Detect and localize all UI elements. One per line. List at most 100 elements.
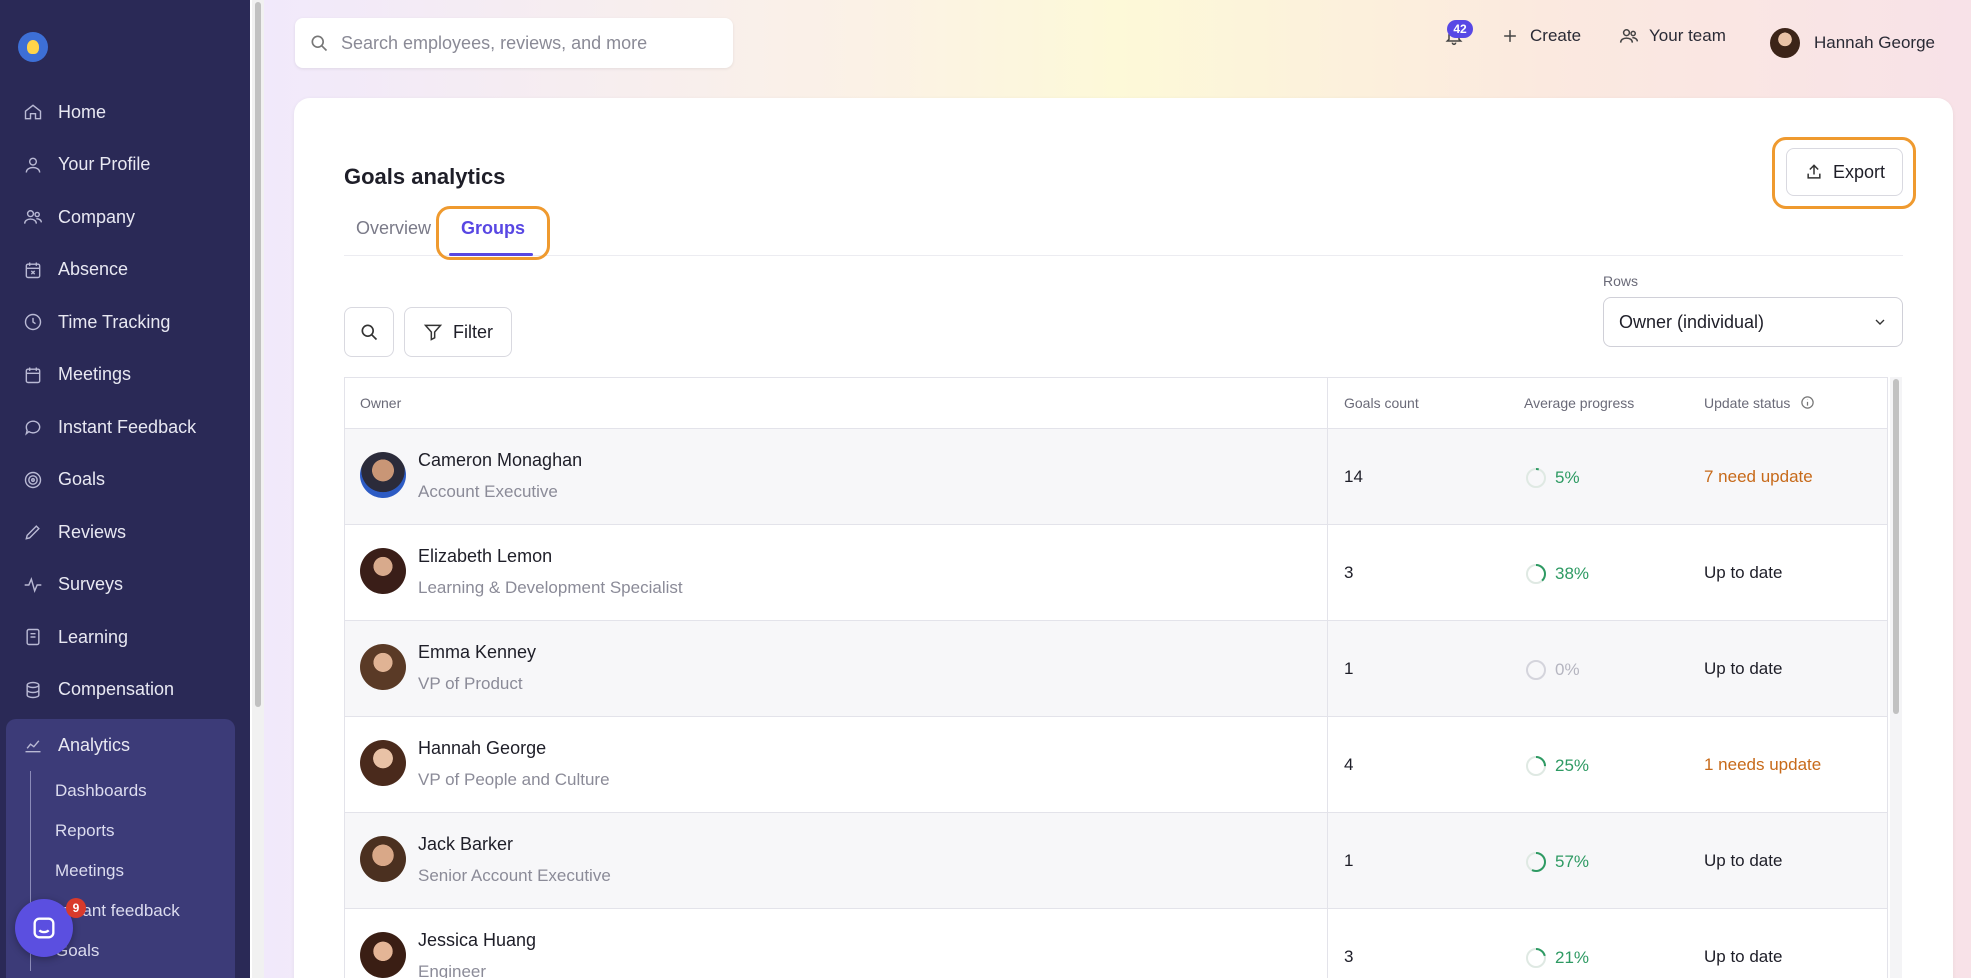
column-header-owner[interactable]: Owner xyxy=(360,395,401,411)
column-header-average-progress[interactable]: Average progress xyxy=(1524,395,1634,411)
sidebar-item-reviews[interactable]: Reviews xyxy=(0,506,250,559)
sidebar-item-company[interactable]: Company xyxy=(0,191,250,244)
table-row[interactable]: Jessica Huang Engineer 3 21% Up to date xyxy=(345,909,1887,978)
sidebar-item-label: Time Tracking xyxy=(58,311,171,332)
sidebar-item-label: Home xyxy=(58,101,107,122)
avatar xyxy=(1770,28,1800,58)
sidebar-item-time-tracking[interactable]: Time Tracking xyxy=(0,296,250,349)
table-row[interactable]: Hannah George VP of People and Culture 4… xyxy=(345,717,1887,813)
owner-name: Hannah George xyxy=(418,738,547,758)
sidebar-item-home[interactable]: Home xyxy=(0,86,250,139)
submenu-item-dashboards[interactable]: Dashboards xyxy=(31,771,180,811)
sidebar-item-label: Surveys xyxy=(58,574,124,595)
column-divider xyxy=(1327,378,1328,978)
average-progress: 38% xyxy=(1524,562,1589,586)
table-row[interactable]: Elizabeth Lemon Learning & Development S… xyxy=(345,525,1887,621)
owner-name: Cameron Monaghan xyxy=(418,450,583,470)
goals-count: 4 xyxy=(1344,755,1354,774)
sidebar-item-label: Goals xyxy=(58,469,106,490)
sidebar-item-learning[interactable]: Learning xyxy=(0,611,250,664)
user-menu[interactable]: Hannah George xyxy=(1770,28,1935,58)
sidebar-item-label: Absence xyxy=(58,259,129,280)
table-scrollbar[interactable] xyxy=(1890,377,1902,978)
update-status: Up to date xyxy=(1704,659,1783,678)
upload-icon xyxy=(1807,164,1821,179)
tab-overview[interactable]: Overview xyxy=(356,218,431,239)
scrollbar-thumb[interactable] xyxy=(1893,379,1899,714)
rows-select[interactable]: Owner (individual) xyxy=(1603,297,1903,347)
sidebar: Home Your Profile Company Absence Time T… xyxy=(0,0,250,978)
owner-title: Learning & Development Specialist xyxy=(418,578,683,597)
avatar xyxy=(360,452,406,498)
sidebar-item-analytics[interactable]: Analytics xyxy=(6,719,235,772)
goals-count: 14 xyxy=(1344,467,1363,486)
lightbulb-icon xyxy=(27,40,39,54)
sidebar-item-meetings[interactable]: Meetings xyxy=(0,349,250,402)
pulse-icon xyxy=(22,574,44,596)
app-logo[interactable] xyxy=(18,32,48,62)
owner-title: Account Executive xyxy=(418,482,558,501)
table-row[interactable]: Jack Barker Senior Account Executive 1 5… xyxy=(345,813,1887,909)
export-button[interactable]: Export xyxy=(1786,148,1903,196)
sidebar-item-label: Instant Feedback xyxy=(58,416,197,437)
owner-name: Emma Kenney xyxy=(418,642,537,662)
progress-value: 21% xyxy=(1555,948,1590,967)
global-search[interactable] xyxy=(295,18,733,68)
progress-value: 57% xyxy=(1555,852,1590,871)
support-chat-button[interactable] xyxy=(15,899,73,957)
search-input[interactable] xyxy=(341,32,721,54)
progress-ring-icon xyxy=(1526,660,1546,680)
sidebar-scrollbar[interactable] xyxy=(252,0,264,978)
average-progress: 21% xyxy=(1524,946,1589,970)
column-header-update-status[interactable]: Update status xyxy=(1704,395,1815,411)
sidebar-item-label: Compensation xyxy=(58,679,175,700)
progress-value: 5% xyxy=(1555,468,1580,487)
sidebar-item-label: Your Profile xyxy=(58,154,151,175)
search-icon xyxy=(311,35,328,52)
home-icon xyxy=(22,101,44,123)
export-label: Export xyxy=(1832,161,1886,182)
your-team-button[interactable]: Your team xyxy=(1619,26,1726,46)
table-row[interactable]: Cameron Monaghan Account Executive 14 5%… xyxy=(345,429,1887,525)
filter-icon xyxy=(423,324,443,341)
owner-name: Elizabeth Lemon xyxy=(418,546,553,566)
page-title: Goals analytics xyxy=(344,164,506,189)
sidebar-item-compensation[interactable]: Compensation xyxy=(0,664,250,717)
update-status: 7 need update xyxy=(1704,467,1813,486)
table-row[interactable]: Emma Kenney VP of Product 1 0% Up to dat… xyxy=(345,621,1887,717)
update-status: 1 needs update xyxy=(1704,755,1822,774)
book-icon xyxy=(22,626,44,648)
info-icon[interactable] xyxy=(1800,395,1815,410)
column-header-goals-count[interactable]: Goals count xyxy=(1344,395,1419,411)
search-icon xyxy=(361,324,378,341)
scrollbar-thumb[interactable] xyxy=(255,2,261,707)
avatar xyxy=(360,740,406,786)
average-progress: 25% xyxy=(1524,754,1589,778)
submenu-item-reports[interactable]: Reports xyxy=(31,811,180,851)
filter-button[interactable]: Filter xyxy=(404,307,512,357)
sidebar-item-instant-feedback[interactable]: Instant Feedback xyxy=(0,401,250,454)
goals-table: Owner Goals count Average progress Updat… xyxy=(344,377,1888,978)
progress-ring-icon xyxy=(1526,468,1546,488)
avatar xyxy=(360,836,406,882)
update-status: Up to date xyxy=(1704,851,1783,870)
clock-icon xyxy=(22,311,44,333)
chat-bubble-icon xyxy=(33,917,55,939)
sidebar-item-absence[interactable]: Absence xyxy=(0,244,250,297)
sidebar-item-label: Learning xyxy=(58,626,129,647)
sidebar-item-surveys[interactable]: Surveys xyxy=(0,559,250,612)
avatar xyxy=(360,932,406,978)
submenu-item-meetings[interactable]: Meetings xyxy=(31,851,180,891)
people-icon xyxy=(22,206,44,228)
sidebar-item-your-profile[interactable]: Your Profile xyxy=(0,139,250,192)
table-search-button[interactable] xyxy=(344,307,394,357)
sidebar-item-goals[interactable]: Goals xyxy=(0,454,250,507)
filter-label: Filter xyxy=(453,321,493,342)
progress-track xyxy=(1526,468,1546,488)
create-button[interactable]: Create xyxy=(1500,26,1581,46)
sidebar-item-label: Analytics xyxy=(58,734,131,755)
progress-ring-icon xyxy=(1526,756,1546,776)
chat-unread-badge: 9 xyxy=(66,898,86,918)
update-status: Up to date xyxy=(1704,947,1783,966)
sidebar-item-label: Reviews xyxy=(58,521,127,542)
